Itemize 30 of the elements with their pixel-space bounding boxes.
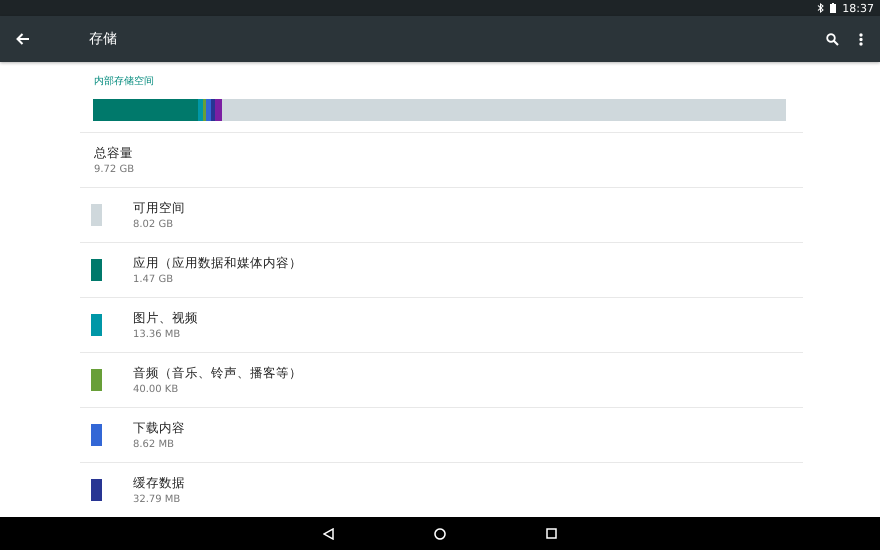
category-size: 32.79 MB	[133, 494, 182, 505]
home-circle-icon[interactable]	[434, 528, 446, 540]
category-label: 图片、视频	[133, 310, 198, 327]
category-label: 应用（应用数据和媒体内容）	[133, 255, 302, 272]
category-label: 下载内容	[133, 420, 185, 437]
category-label: 可用空间	[133, 200, 185, 217]
more-options-icon[interactable]	[859, 32, 863, 46]
app-bar-title: 存储	[89, 30, 118, 48]
status-time: 18:37	[842, 2, 874, 14]
category-size: 13.36 MB	[133, 329, 182, 340]
storage-category-item[interactable]: 图片、视频 13.36 MB	[80, 297, 803, 352]
section-heading: 内部存储空间	[94, 74, 155, 88]
category-size: 1.47 GB	[133, 274, 174, 285]
total-capacity-label: 总容量	[94, 145, 134, 162]
category-size: 8.62 MB	[133, 439, 175, 450]
storage-category-item[interactable]: 音频（音乐、铃声、播客等） 40.00 KB	[80, 352, 803, 407]
recents-square-icon[interactable]	[546, 528, 557, 539]
category-label: 音频（音乐、铃声、播客等）	[133, 365, 302, 382]
category-size: 8.02 GB	[133, 219, 174, 230]
storage-category-item[interactable]: 应用（应用数据和媒体内容） 1.47 GB	[80, 242, 803, 297]
storage-category-item[interactable]: 下载内容 8.62 MB	[80, 407, 803, 462]
back-arrow-icon[interactable]	[16, 33, 30, 45]
battery-icon	[830, 3, 836, 13]
bluetooth-icon	[817, 3, 824, 13]
storage-category-item[interactable]: 可用空间 8.02 GB	[80, 187, 803, 242]
category-size: 40.00 KB	[133, 384, 180, 395]
total-capacity-value: 9.72 GB	[94, 164, 134, 175]
category-label: 缓存数据	[133, 475, 185, 492]
search-icon[interactable]	[826, 32, 839, 46]
back-triangle-icon[interactable]	[323, 528, 334, 540]
